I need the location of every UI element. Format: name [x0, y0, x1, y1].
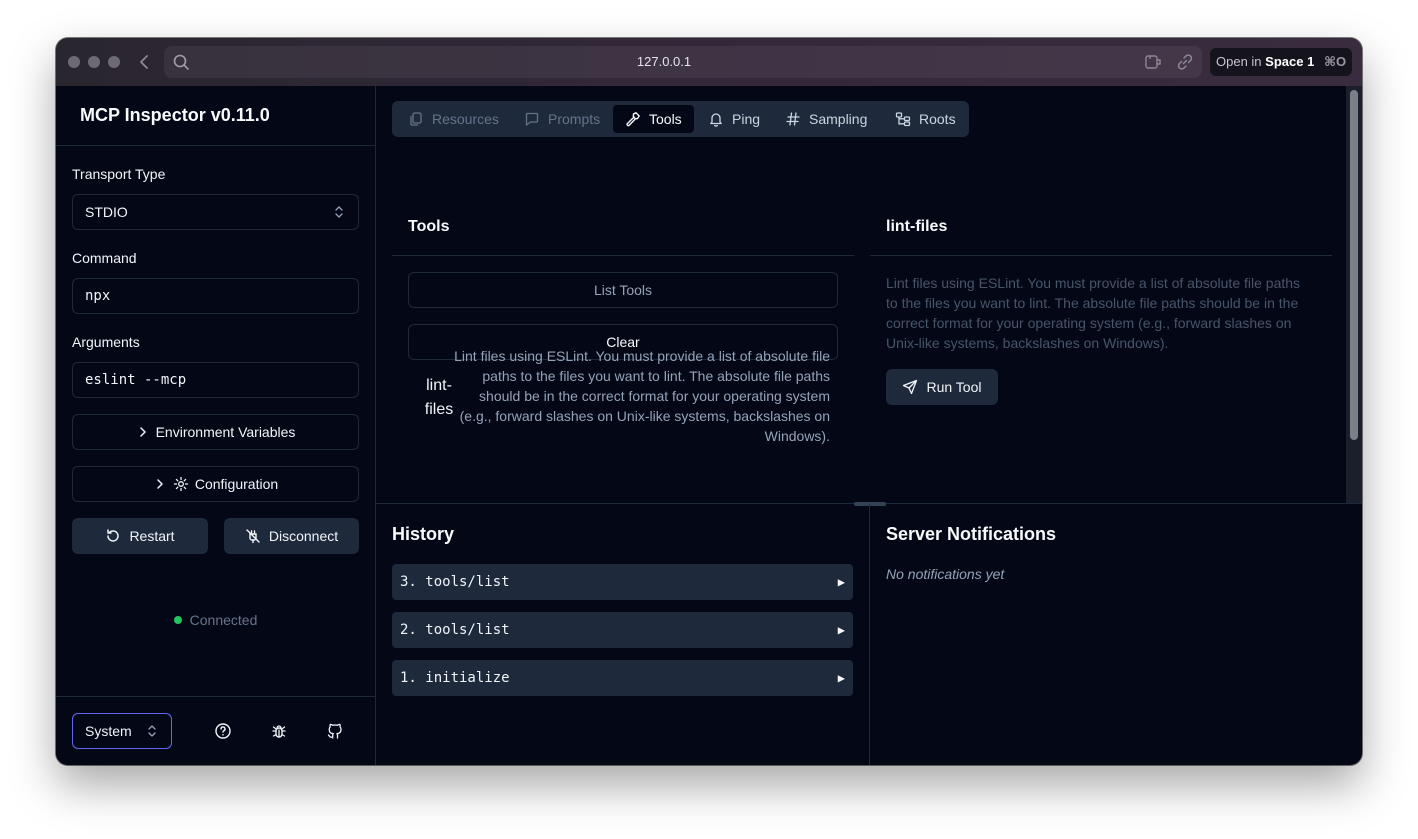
- resize-handle[interactable]: [854, 502, 886, 506]
- close-window-button[interactable]: [68, 56, 80, 68]
- history-item-label: 3. tools/list: [400, 574, 510, 590]
- sidebar: MCP Inspector v0.11.0 Transport Type STD…: [56, 86, 376, 765]
- tab-sampling-label: Sampling: [809, 111, 868, 127]
- chevron-right-icon: [139, 427, 146, 437]
- main-content: Resources Prompts Tools Ping Sampling Ro…: [376, 86, 1362, 765]
- tab-roots-label: Roots: [919, 111, 956, 127]
- transport-type-label: Transport Type: [72, 166, 166, 182]
- tab-prompts-label: Prompts: [548, 111, 601, 127]
- restart-button[interactable]: Restart: [72, 518, 208, 554]
- unplug-icon: [246, 529, 260, 544]
- list-tools-button[interactable]: List Tools: [408, 272, 838, 308]
- transport-type-select[interactable]: STDIO: [72, 194, 359, 230]
- tool-detail-title: lint-files: [886, 218, 948, 235]
- run-tool-label: Run Tool: [926, 379, 982, 395]
- sidebar-header: MCP Inspector v0.11.0: [56, 86, 375, 146]
- rotate-ccw-icon: [107, 529, 120, 542]
- disconnect-button[interactable]: Disconnect: [224, 518, 359, 554]
- chevron-right-icon: [157, 479, 163, 489]
- main-scrollbar[interactable]: [1346, 86, 1362, 503]
- tool-list-item[interactable]: lint-files Lint files using ESLint. You …: [408, 342, 838, 446]
- run-tool-button[interactable]: Run Tool: [886, 369, 998, 405]
- history-item-label: 2. tools/list: [400, 622, 510, 638]
- arguments-label: Arguments: [72, 334, 140, 350]
- browser-titlebar: 127.0.0.1 Open in Space 1 ⌘O: [56, 38, 1362, 86]
- minimize-window-button[interactable]: [88, 56, 100, 68]
- expand-arrow-icon: ▶: [837, 671, 845, 685]
- scrollbar-thumb[interactable]: [1350, 90, 1358, 440]
- gear-icon: [173, 476, 189, 492]
- message-square-icon: [525, 112, 539, 126]
- history-title: History: [392, 524, 455, 544]
- url-text: 127.0.0.1: [636, 54, 692, 69]
- tools-panel-title: Tools: [408, 218, 450, 235]
- zoom-window-button[interactable]: [108, 56, 120, 68]
- command-value: npx: [85, 288, 111, 304]
- environment-variables-label: Environment Variables: [155, 424, 296, 440]
- tab-resources[interactable]: Resources: [396, 105, 511, 133]
- folder-tree-icon: [895, 112, 911, 127]
- open-in-target: Space 1: [1265, 54, 1315, 69]
- tab-bar: Resources Prompts Tools Ping Sampling Ro…: [392, 101, 969, 137]
- link-icon[interactable]: [1176, 53, 1194, 71]
- tab-tools-label: Tools: [649, 111, 682, 127]
- command-label: Command: [72, 250, 137, 266]
- command-input[interactable]: npx: [72, 278, 359, 314]
- configuration-label: Configuration: [194, 476, 279, 492]
- bottom-divider: [869, 504, 870, 765]
- environment-variables-toggle[interactable]: Environment Variables: [72, 414, 359, 450]
- configuration-toggle[interactable]: Configuration: [72, 466, 359, 502]
- history-item[interactable]: 3. tools/list ▶: [392, 564, 853, 600]
- chevron-up-down-icon: [148, 725, 156, 737]
- open-in-prefix: Open in: [1216, 54, 1262, 69]
- extension-icon[interactable]: [1144, 53, 1162, 71]
- expand-arrow-icon: ▶: [837, 575, 845, 589]
- files-icon: [410, 112, 422, 126]
- app-title: MCP Inspector v0.11.0: [80, 105, 270, 125]
- browser-window: 127.0.0.1 Open in Space 1 ⌘O MCP Inspect…: [56, 38, 1362, 765]
- address-bar[interactable]: 127.0.0.1: [164, 46, 1202, 78]
- status-dot: [173, 616, 182, 624]
- theme-value: System: [85, 723, 132, 739]
- server-notifications-title: Server Notifications: [886, 524, 1057, 544]
- tab-sampling[interactable]: Sampling: [773, 105, 879, 133]
- connection-status: Connected: [56, 612, 375, 628]
- tab-prompts[interactable]: Prompts: [512, 105, 612, 133]
- no-notifications-text: No notifications yet: [886, 566, 1005, 582]
- hash-icon: [786, 112, 800, 126]
- history-item[interactable]: 2. tools/list ▶: [392, 612, 853, 648]
- tab-ping-label: Ping: [732, 111, 761, 127]
- history-item[interactable]: 1. initialize ▶: [392, 660, 853, 696]
- back-button[interactable]: [136, 52, 154, 72]
- disconnect-label: Disconnect: [268, 528, 339, 544]
- tool-description: Lint files using ESLint. You must provid…: [454, 348, 830, 444]
- tab-tools[interactable]: Tools: [613, 105, 694, 133]
- bell-icon: [710, 113, 722, 127]
- tools-panel-divider: [392, 255, 854, 256]
- tab-roots[interactable]: Roots: [883, 105, 968, 133]
- chevron-up-down-icon: [335, 206, 343, 218]
- arguments-input[interactable]: eslint --mcp: [72, 362, 359, 398]
- window-controls: [68, 56, 120, 68]
- sidebar-footer: System: [56, 696, 375, 765]
- expand-arrow-icon: ▶: [837, 623, 845, 637]
- tab-ping[interactable]: Ping: [696, 105, 772, 133]
- help-circle-icon[interactable]: [214, 722, 232, 740]
- send-icon: [903, 379, 918, 395]
- open-in-shortcut: ⌘O: [1323, 54, 1347, 69]
- bug-icon[interactable]: [270, 722, 288, 740]
- chevron-left-icon: [140, 55, 148, 69]
- github-icon[interactable]: [326, 722, 344, 740]
- history-item-label: 1. initialize: [400, 670, 510, 686]
- status-text: Connected: [189, 612, 258, 628]
- theme-select[interactable]: System: [72, 713, 172, 749]
- open-in-space-button[interactable]: Open in Space 1 ⌘O: [1210, 48, 1352, 76]
- arguments-value: eslint --mcp: [85, 372, 187, 388]
- transport-type-value: STDIO: [85, 204, 128, 220]
- restart-label: Restart: [129, 528, 175, 544]
- tool-detail-description: Lint files using ESLint. You must provid…: [886, 275, 1301, 351]
- tab-resources-label: Resources: [432, 111, 499, 127]
- tool-detail-divider: [870, 255, 1332, 256]
- hammer-icon: [626, 112, 640, 127]
